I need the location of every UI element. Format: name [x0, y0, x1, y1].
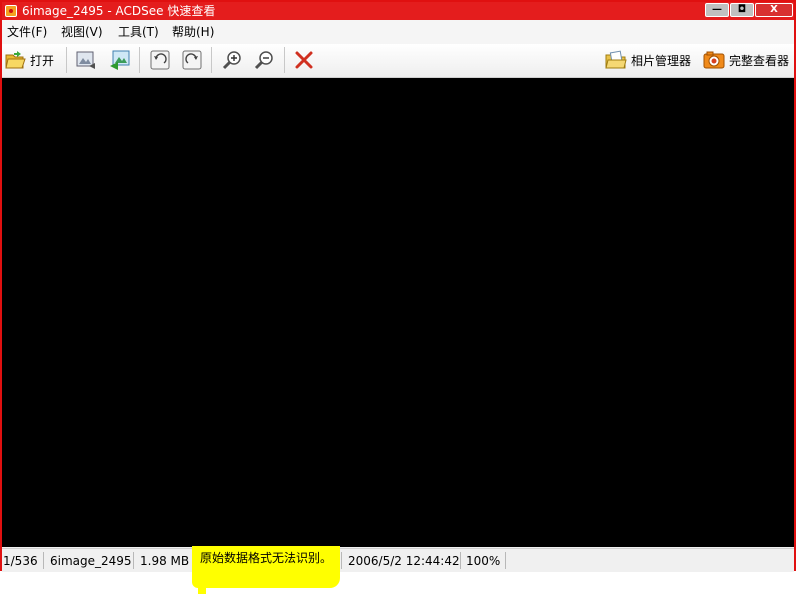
next-image-button[interactable]: [109, 49, 133, 73]
close-button[interactable]: X: [755, 3, 793, 17]
full-viewer-label: 完整查看器: [729, 54, 790, 68]
toolbar-separator: [284, 47, 285, 73]
delete-button[interactable]: [293, 49, 317, 73]
minimize-button[interactable]: —: [705, 3, 729, 17]
menu-bar: 文件(F) 视图(V) 工具(T) 帮助(H): [2, 20, 794, 44]
zoom-out-button[interactable]: [254, 49, 278, 73]
rotate-left-button[interactable]: [149, 49, 173, 73]
rotate-left-icon: [150, 50, 170, 70]
image-viewer-canvas[interactable]: [2, 78, 794, 547]
previous-image-button[interactable]: [75, 49, 99, 73]
toolbar-separator: [139, 47, 140, 73]
zoom-level: 100%: [466, 554, 501, 568]
next-image-icon: [110, 50, 130, 70]
status-separator: [133, 552, 134, 569]
toolbar: 打开 相片管理器 完整查看器: [2, 44, 794, 78]
zoom-in-icon: [222, 51, 241, 70]
zoom-in-button[interactable]: [222, 49, 246, 73]
photo-manager-label: 相片管理器: [631, 54, 692, 68]
rotate-right-icon: [182, 50, 202, 70]
open-button[interactable]: 打开: [4, 49, 60, 73]
title-bar[interactable]: 6image_2495 - ACDSee 快速查看 — ◘ X: [2, 2, 794, 20]
previous-image-icon: [76, 51, 95, 69]
toolbar-separator: [66, 47, 67, 73]
menu-file[interactable]: 文件(F): [7, 24, 47, 40]
file-size: 1.98 MB: [140, 554, 190, 568]
file-name: 6image_2495: [50, 554, 132, 568]
menu-help[interactable]: 帮助(H): [172, 24, 214, 40]
highlighter-mark-tail: [198, 580, 206, 594]
open-label: 打开: [30, 54, 55, 68]
window-title: 6image_2495 - ACDSee 快速查看: [22, 4, 216, 18]
menu-view[interactable]: 视图(V): [61, 24, 103, 40]
app-window: 6image_2495 - ACDSee 快速查看 — ◘ X 文件(F) 视图…: [0, 0, 796, 572]
photo-manager-button[interactable]: 相片管理器: [605, 49, 695, 73]
status-separator: [43, 552, 44, 569]
camera-icon: [703, 51, 725, 69]
photo-manager-folder-icon: [605, 50, 627, 69]
rotate-right-button[interactable]: [181, 49, 205, 73]
status-separator: [505, 552, 506, 569]
status-separator: [460, 552, 461, 569]
open-folder-icon: [5, 51, 26, 69]
status-bar: 1/536 6image_2495 1.98 MB 2006/5/2 12:44…: [2, 548, 794, 572]
delete-icon: [295, 51, 313, 69]
image-position: 1/536: [3, 554, 38, 568]
file-datetime: 2006/5/2 12:44:42: [348, 554, 460, 568]
maximize-button[interactable]: ◘: [730, 3, 754, 17]
menu-tools[interactable]: 工具(T): [118, 24, 159, 40]
toolbar-separator: [211, 47, 212, 73]
error-message: 原始数据格式无法识别。: [200, 551, 333, 565]
full-viewer-button[interactable]: 完整查看器: [703, 49, 793, 73]
status-separator: [341, 552, 342, 569]
acdsee-app-icon[interactable]: [5, 5, 17, 17]
zoom-out-icon: [254, 51, 273, 70]
